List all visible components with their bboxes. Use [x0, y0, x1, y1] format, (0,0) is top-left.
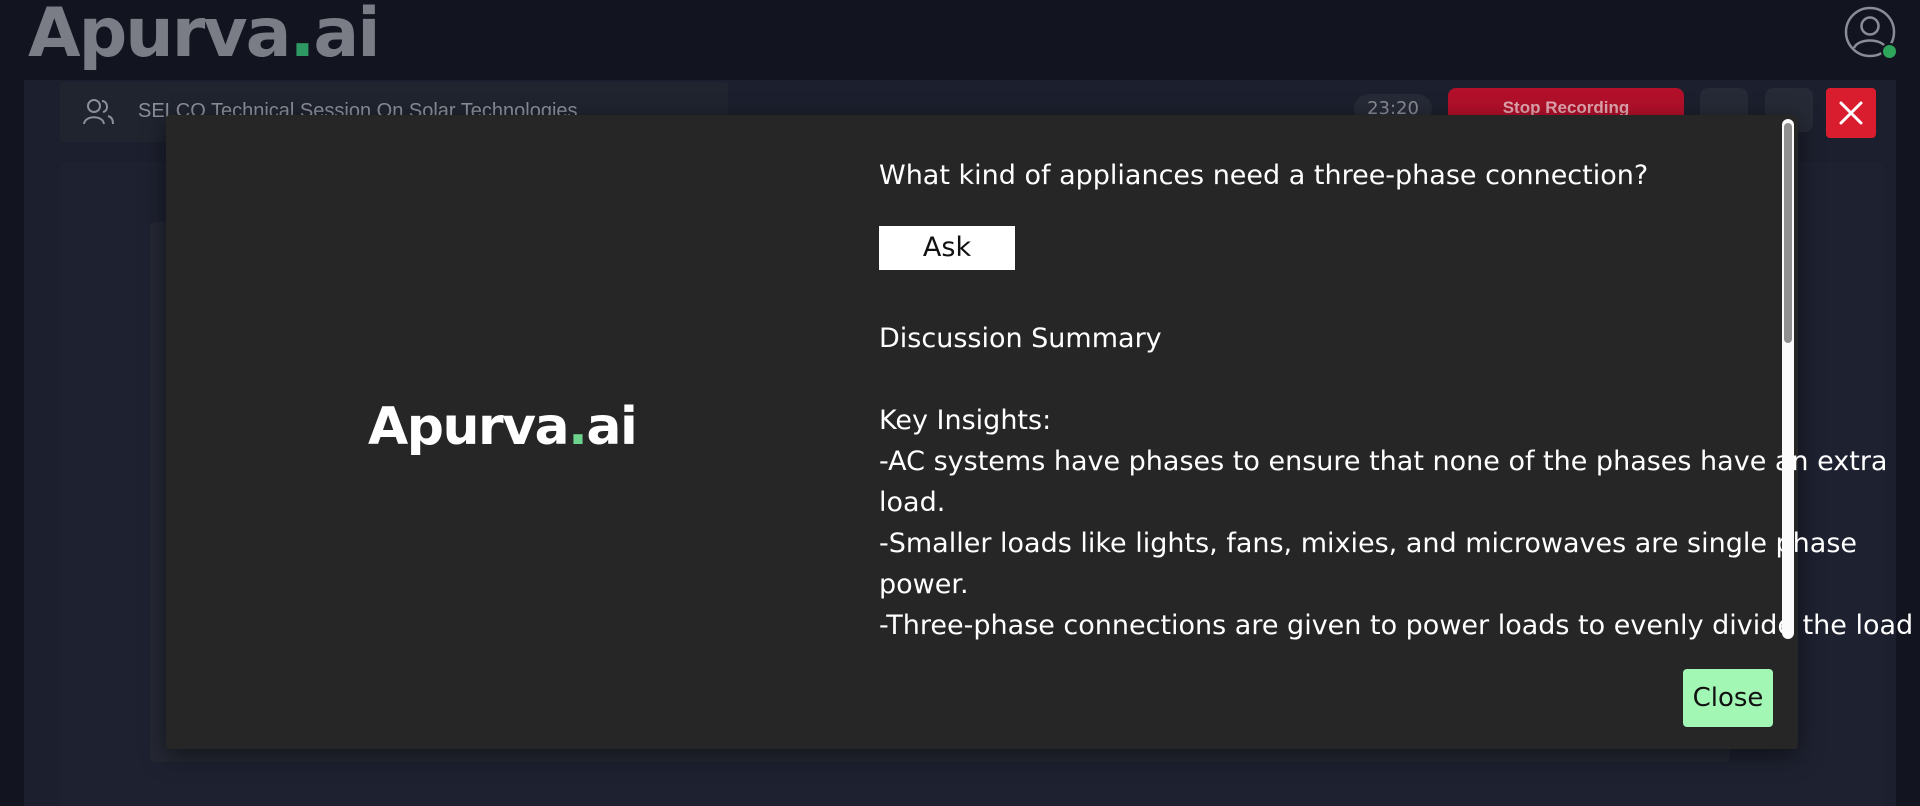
- modal-logo-suffix: ai: [586, 397, 637, 457]
- scroll-thumb[interactable]: [1784, 123, 1792, 343]
- insights-heading: Key Insights:: [879, 405, 1052, 436]
- modal-logo-dot: .: [568, 397, 588, 457]
- modal-content: What kind of appliances need a three-pha…: [879, 155, 1920, 646]
- logo-dot: .: [289, 0, 315, 73]
- insight-item: -Three-phase connections are given to po…: [879, 610, 1914, 641]
- online-status-dot: [1881, 43, 1898, 60]
- logo-text: Apurva: [28, 0, 291, 73]
- summary-heading: Discussion Summary: [879, 323, 1162, 354]
- participants-icon: [83, 99, 114, 125]
- app-logo: Apurva.ai: [28, 0, 381, 73]
- end-session-button[interactable]: [1826, 88, 1876, 138]
- close-button[interactable]: Close: [1683, 669, 1773, 727]
- modal-logo-text: Apurva: [368, 397, 570, 457]
- modal-logo: Apurva.ai: [368, 397, 638, 457]
- ask-button[interactable]: Ask: [879, 226, 1015, 270]
- user-avatar[interactable]: [1844, 6, 1898, 60]
- logo-suffix: ai: [313, 0, 380, 73]
- modal-scrollbar[interactable]: [1780, 115, 1798, 645]
- question-text: What kind of appliances need a three-pha…: [879, 160, 1649, 191]
- ask-apurva-modal: Apurva.ai What kind of appliances need a…: [166, 115, 1913, 749]
- insight-item: -AC systems have phases to ensure that n…: [879, 446, 1888, 518]
- insight-item: -Smaller loads like lights, fans, mixies…: [879, 528, 1857, 600]
- close-icon: [1839, 101, 1863, 125]
